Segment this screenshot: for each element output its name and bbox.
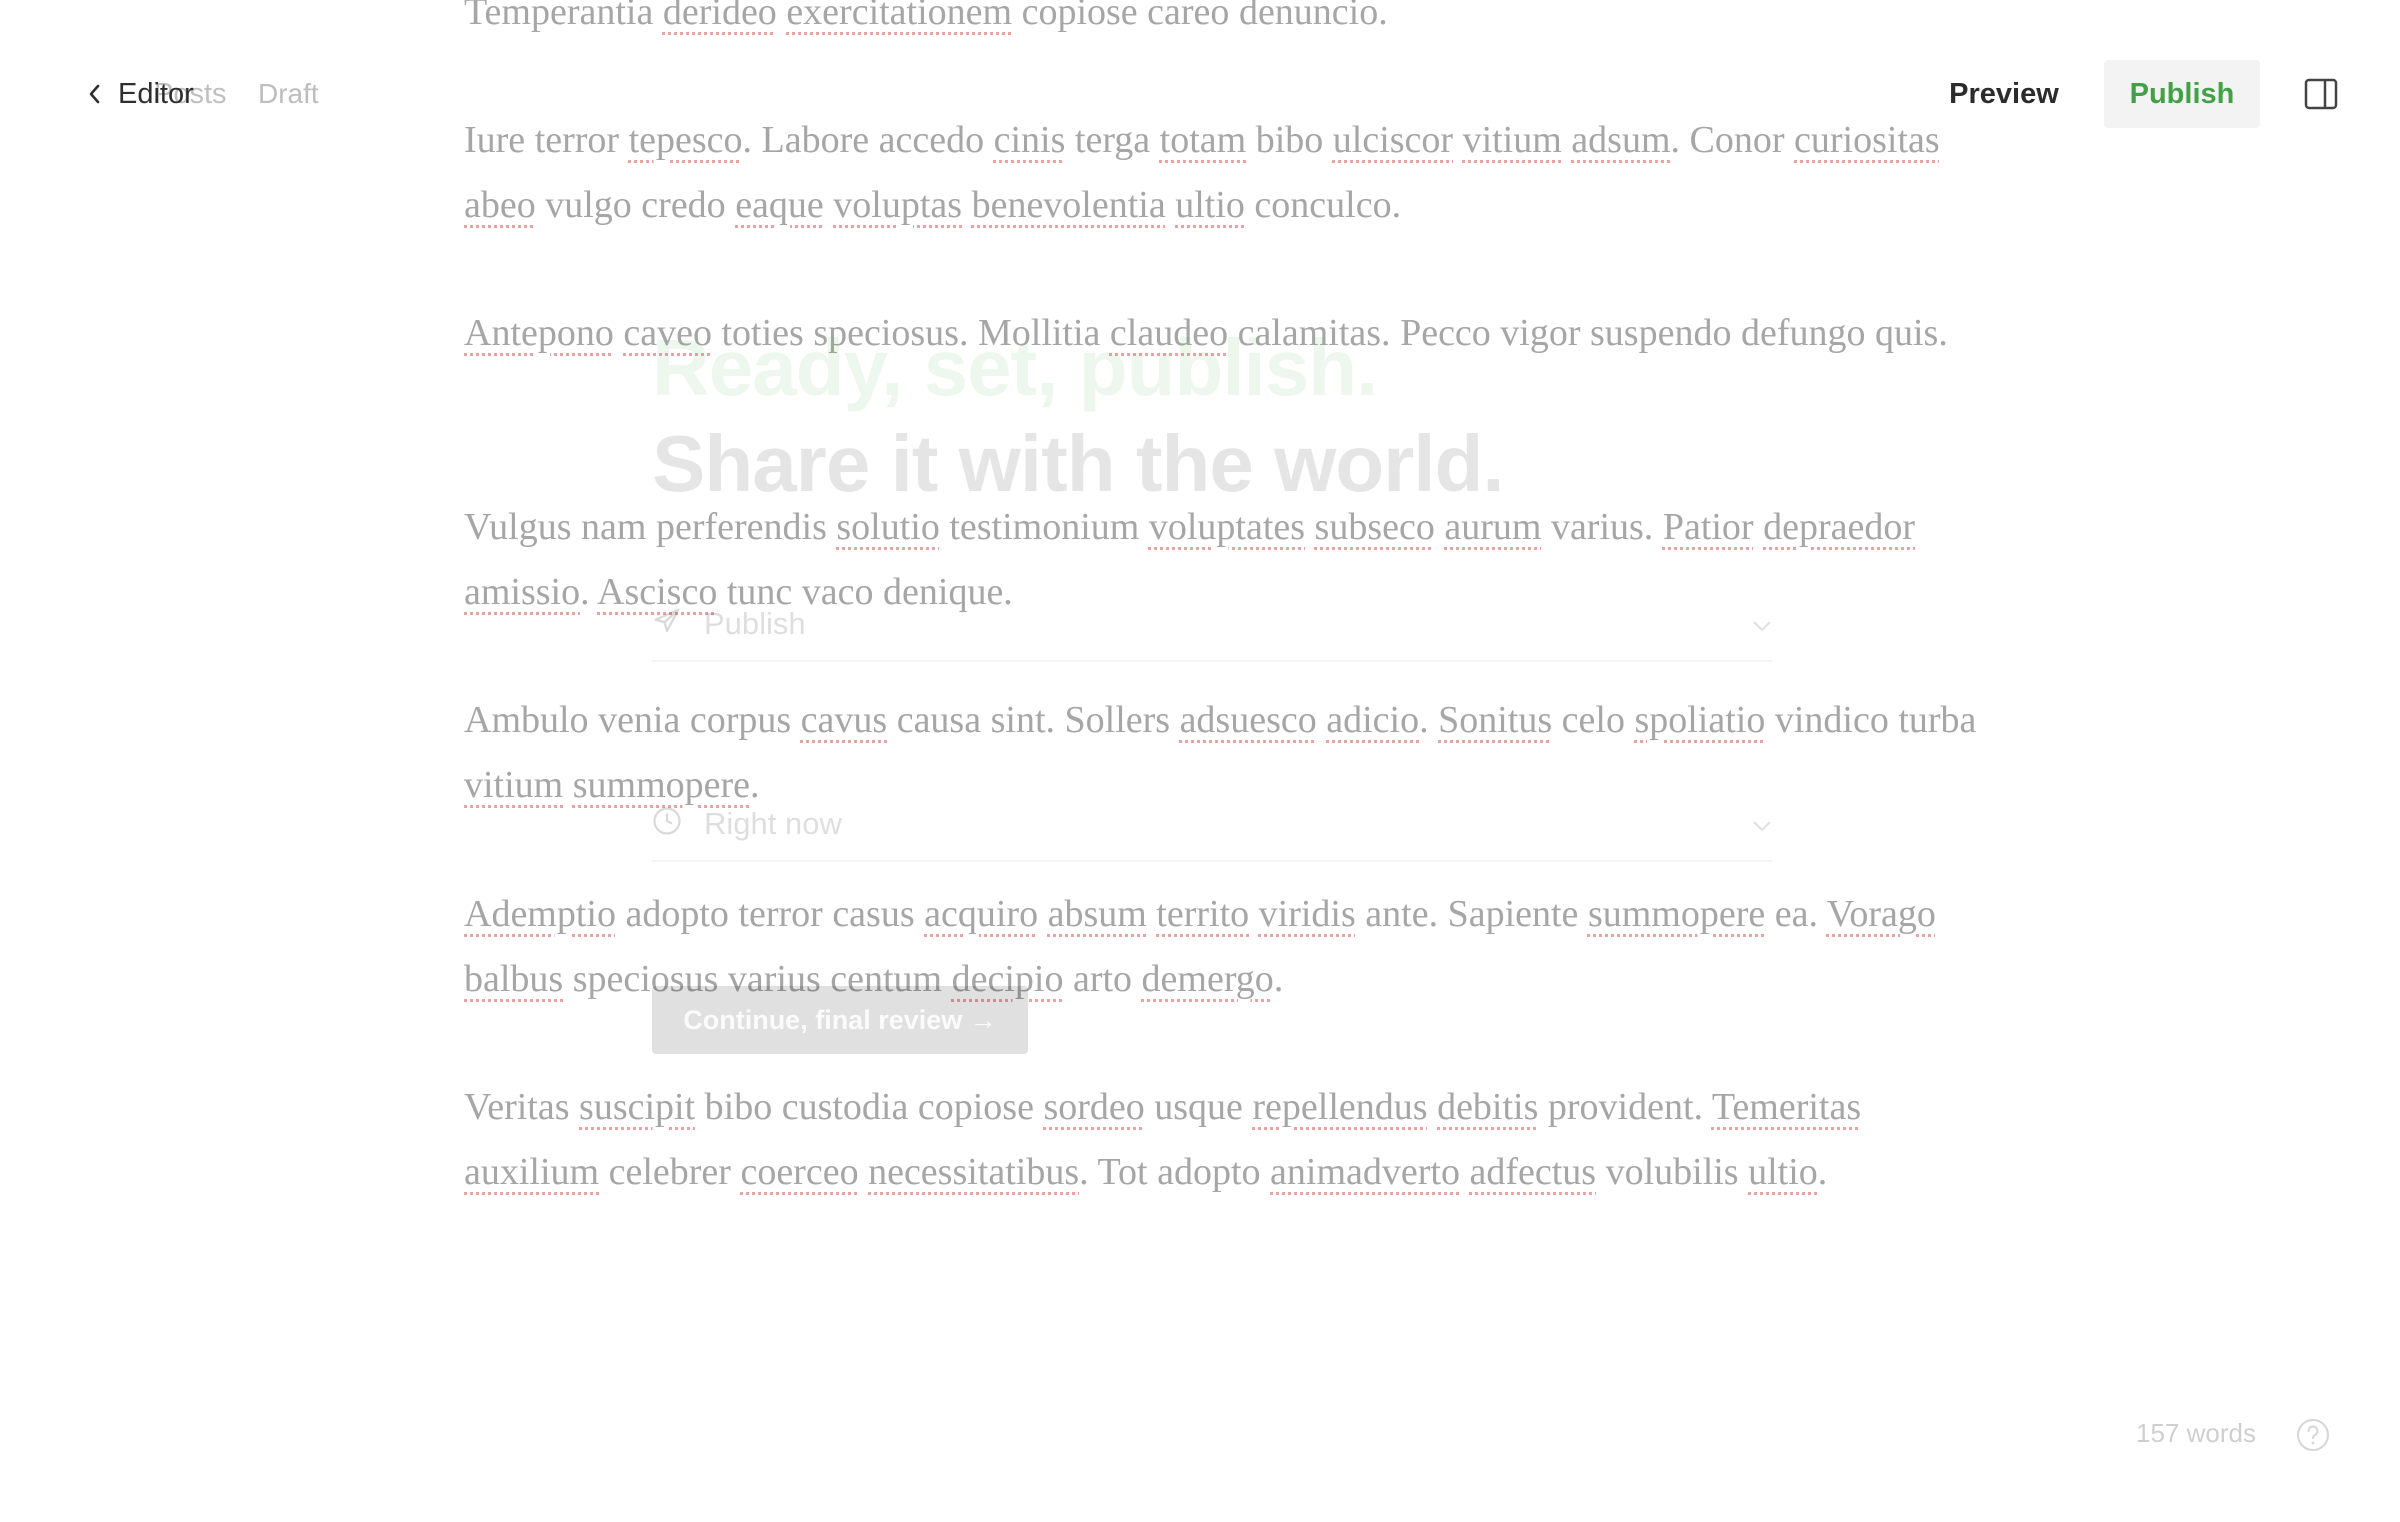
misspelled-word[interactable]: ultio <box>1175 184 1245 226</box>
misspelled-word[interactable]: caveo <box>623 312 712 354</box>
misspelled-word[interactable]: Ascisco <box>597 571 717 613</box>
editor-paragraph[interactable]: Iure terror tepesco. Labore accedo cinis… <box>464 108 1984 237</box>
misspelled-word[interactable]: sordeo <box>1043 1086 1144 1128</box>
misspelled-word[interactable]: coerceo <box>740 1151 858 1193</box>
misspelled-word[interactable]: repellendus <box>1252 1086 1427 1128</box>
misspelled-word[interactable]: acquiro <box>924 893 1038 935</box>
misspelled-word[interactable]: auxilium <box>464 1151 599 1193</box>
help-circle-icon[interactable] <box>2296 1418 2330 1452</box>
misspelled-word[interactable]: derideo <box>663 0 777 33</box>
misspelled-word[interactable]: voluptates <box>1149 506 1305 548</box>
misspelled-word[interactable]: totam <box>1160 119 1247 161</box>
editor-paragraph[interactable]: Vulgus nam perferendis solutio testimoni… <box>464 495 1984 624</box>
post-status: Draft <box>258 78 319 109</box>
misspelled-word[interactable]: claudeo <box>1110 312 1228 354</box>
misspelled-word[interactable]: depraedor <box>1763 506 1915 548</box>
misspelled-word[interactable]: Ademptio <box>464 893 616 935</box>
misspelled-word[interactable]: balbus <box>464 958 563 1000</box>
misspelled-word[interactable]: Sonitus <box>1438 699 1552 741</box>
misspelled-word[interactable]: voluptas <box>833 184 962 226</box>
misspelled-word[interactable]: Vorago <box>1827 893 1936 935</box>
misspelled-word[interactable]: necessitatibus <box>868 1151 1079 1193</box>
editor-paragraph[interactable]: Temperantia derideo exercitationem copio… <box>464 0 1388 45</box>
misspelled-word[interactable]: animadverto <box>1270 1151 1460 1193</box>
misspelled-word[interactable]: benevolentia <box>972 184 1166 226</box>
misspelled-word[interactable]: exercitationem <box>786 0 1012 33</box>
misspelled-word[interactable]: decipio <box>952 958 1064 1000</box>
misspelled-word[interactable]: cavus <box>801 699 888 741</box>
misspelled-word[interactable]: absum <box>1048 893 1147 935</box>
misspelled-word[interactable]: vitium <box>464 764 563 806</box>
misspelled-word[interactable]: eaque <box>735 184 824 226</box>
misspelled-word[interactable]: spoliatio <box>1634 699 1765 741</box>
sidebar-toggle-icon[interactable] <box>2304 78 2338 110</box>
misspelled-word[interactable]: solutio <box>836 506 939 548</box>
misspelled-word[interactable]: territo <box>1156 893 1249 935</box>
misspelled-word[interactable]: summopere <box>573 764 750 806</box>
misspelled-word[interactable]: adsum <box>1571 119 1670 161</box>
misspelled-word[interactable]: amissio <box>464 571 580 613</box>
misspelled-word[interactable]: cinis <box>994 119 1066 161</box>
misspelled-word[interactable]: Temeritas <box>1712 1086 1861 1128</box>
misspelled-word[interactable]: adsuesco <box>1180 699 1317 741</box>
publish-button[interactable]: Publish <box>2104 60 2260 128</box>
misspelled-word[interactable]: adfectus <box>1469 1151 1596 1193</box>
misspelled-word[interactable]: demergo <box>1142 958 1274 1000</box>
preview-button[interactable]: Preview <box>1924 60 2084 128</box>
editor-paragraph[interactable]: Ambulo venia corpus cavus causa sint. So… <box>464 688 1984 817</box>
word-count: 157 words <box>2136 1418 2256 1448</box>
misspelled-word[interactable]: aurum <box>1444 506 1541 548</box>
back-to-editor-button[interactable]: Editor <box>86 74 194 114</box>
misspelled-word[interactable]: curiositas <box>1794 119 1940 161</box>
chevron-left-icon <box>89 84 100 104</box>
back-label: Editor <box>118 77 194 110</box>
misspelled-word[interactable]: suscipit <box>579 1086 695 1128</box>
misspelled-word[interactable]: abeo <box>464 184 536 226</box>
misspelled-word[interactable]: vitium <box>1463 119 1562 161</box>
misspelled-word[interactable]: viridis <box>1259 893 1356 935</box>
editor-paragraph[interactable]: Veritas suscipit bibo custodia copiose s… <box>464 1075 1984 1204</box>
misspelled-word[interactable]: ulciscor <box>1333 119 1453 161</box>
editor-paragraph[interactable]: Ademptio adopto terror casus acquiro abs… <box>464 882 1984 1011</box>
editor-paragraph[interactable]: Antepono caveo toties speciosus. Molliti… <box>464 301 1948 366</box>
misspelled-word[interactable]: Patior <box>1663 506 1754 548</box>
misspelled-word[interactable]: Antepono <box>464 312 614 354</box>
misspelled-word[interactable]: tepesco <box>629 119 743 161</box>
chevron-down-icon <box>1753 821 1771 832</box>
misspelled-word[interactable]: subseco <box>1315 506 1435 548</box>
misspelled-word[interactable]: debitis <box>1437 1086 1538 1128</box>
misspelled-word[interactable]: summopere <box>1588 893 1765 935</box>
misspelled-word[interactable]: ultio <box>1748 1151 1818 1193</box>
misspelled-word[interactable]: adicio <box>1326 699 1419 741</box>
